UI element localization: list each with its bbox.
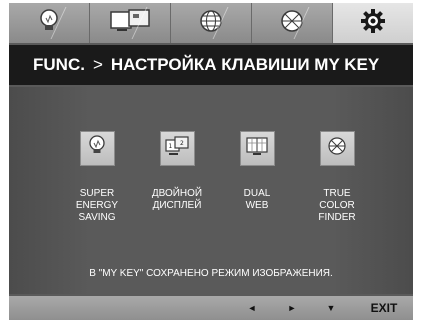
svg-text:2: 2 [180, 140, 184, 147]
dual-display-icon: 1 2 [164, 134, 190, 163]
option-super-energy-saving[interactable]: SUPER ENERGY SAVING [57, 131, 137, 224]
down-arrow-icon: ▼ [326, 303, 336, 313]
tab-energy[interactable] [9, 3, 95, 43]
page-title: FUNC. > НАСТРОЙКА КЛАВИШИ MY KEY [9, 45, 413, 85]
tab-func[interactable] [333, 3, 413, 43]
option-label: DUAL WEB [243, 188, 271, 211]
tab-color[interactable] [252, 3, 338, 43]
bulb-icon [86, 134, 108, 163]
title-prefix: FUNC. [33, 55, 85, 74]
svg-text:1: 1 [169, 143, 173, 150]
left-arrow-icon: ◄ [247, 303, 257, 313]
tab-globe[interactable] [171, 3, 257, 43]
option-label: ДВОЙНОЙ ДИСПЛЕЙ [151, 188, 203, 211]
option-label: SUPER ENERGY SAVING [75, 188, 119, 223]
left-arrow-button[interactable]: ◄ [237, 296, 267, 320]
menu-body: SUPER ENERGY SAVING 1 2 ДВОЙНОЙ ДИСПЛЕЙ … [9, 87, 413, 294]
exit-label: EXIT [370, 301, 398, 315]
option-dual-display[interactable]: 1 2 ДВОЙНОЙ ДИСПЛЕЙ [137, 131, 217, 224]
color-wheel-icon [326, 135, 348, 162]
right-arrow-icon: ► [287, 303, 297, 313]
option-icon-box [319, 131, 355, 166]
status-notice: В "MY KEY" СОХРАНЕНО РЕЖИМ ИЗОБРАЖЕНИЯ. [89, 268, 333, 279]
tab-bar [9, 3, 413, 43]
option-dual-web[interactable]: DUAL WEB [217, 131, 297, 224]
title-separator: > [92, 55, 103, 74]
title-text: НАСТРОЙКА КЛАВИШИ MY KEY [110, 55, 380, 74]
option-icon-box [79, 131, 115, 166]
osd-menu: FUNC. > НАСТРОЙКА КЛАВИШИ MY KEY SUPER E… [9, 3, 413, 320]
color-wheel-icon [279, 8, 305, 39]
bottom-nav-bar: ◄ ► ▼ EXIT [9, 296, 413, 320]
my-key-options: SUPER ENERGY SAVING 1 2 ДВОЙНОЙ ДИСПЛЕЙ … [57, 131, 377, 224]
globe-icon [198, 8, 224, 39]
option-icon-box [239, 131, 275, 166]
tab-dual-display[interactable] [90, 3, 176, 43]
right-arrow-button[interactable]: ► [277, 296, 307, 320]
exit-button[interactable]: EXIT [359, 296, 409, 320]
option-icon-box: 1 2 [159, 131, 195, 166]
gear-icon [359, 7, 387, 40]
option-label: TRUE COLOR FINDER [318, 188, 356, 223]
down-arrow-button[interactable]: ▼ [316, 296, 346, 320]
dual-web-icon [245, 134, 269, 163]
bulb-icon [37, 8, 61, 39]
dual-display-icon [109, 8, 151, 39]
option-true-color-finder[interactable]: TRUE COLOR FINDER [297, 131, 377, 224]
